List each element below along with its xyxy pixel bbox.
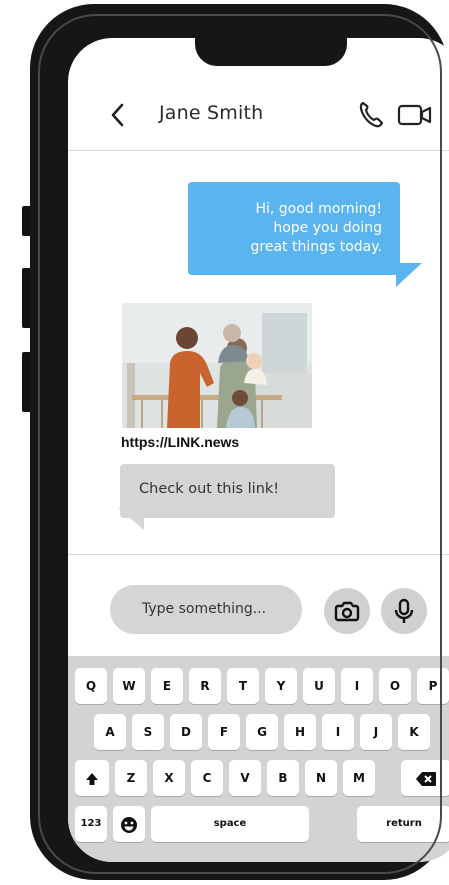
key-i-row2[interactable]: I bbox=[322, 714, 354, 750]
incoming-message-bubble: Check out this link! bbox=[120, 464, 335, 518]
link-preview-image[interactable] bbox=[122, 303, 312, 428]
key-h[interactable]: H bbox=[284, 714, 316, 750]
message-line: hope you doing bbox=[273, 220, 382, 236]
link-url[interactable]: https://LINK.news bbox=[121, 434, 239, 450]
backspace-icon bbox=[416, 771, 436, 786]
key-o[interactable]: O bbox=[379, 668, 411, 704]
message-text: Check out this link! bbox=[139, 481, 280, 497]
key-q[interactable]: Q bbox=[75, 668, 107, 704]
outgoing-bubble-tail bbox=[396, 263, 422, 287]
camera-button[interactable] bbox=[324, 588, 370, 634]
key-x[interactable]: X bbox=[153, 760, 185, 796]
delete-key[interactable] bbox=[401, 760, 449, 796]
key-d[interactable]: D bbox=[170, 714, 202, 750]
message-line: great things today. bbox=[250, 239, 382, 255]
message-input-placeholder: Type something... bbox=[142, 601, 267, 617]
phone-screen: Jane Smith Hi, good morning! hope you do… bbox=[68, 38, 449, 862]
key-t[interactable]: T bbox=[227, 668, 259, 704]
incoming-bubble-tail bbox=[118, 508, 144, 530]
microphone-icon bbox=[394, 598, 414, 623]
notch bbox=[195, 38, 347, 66]
key-e[interactable]: E bbox=[151, 668, 183, 704]
key-u[interactable]: U bbox=[303, 668, 335, 704]
message-input[interactable]: Type something... bbox=[110, 585, 302, 634]
key-n[interactable]: N bbox=[305, 760, 337, 796]
key-k[interactable]: K bbox=[398, 714, 430, 750]
microphone-button[interactable] bbox=[381, 588, 427, 634]
key-v[interactable]: V bbox=[229, 760, 261, 796]
composer-divider bbox=[68, 554, 449, 555]
numbers-key[interactable]: 123 bbox=[75, 806, 107, 842]
key-b[interactable]: B bbox=[267, 760, 299, 796]
key-m[interactable]: M bbox=[343, 760, 375, 796]
contact-name: Jane Smith bbox=[159, 102, 264, 124]
space-key[interactable]: space bbox=[151, 806, 309, 842]
key-i[interactable]: I bbox=[341, 668, 373, 704]
emoji-icon bbox=[121, 816, 137, 833]
key-y[interactable]: Y bbox=[265, 668, 297, 704]
key-f[interactable]: F bbox=[208, 714, 240, 750]
outgoing-message-bubble: Hi, good morning! hope you doing great t… bbox=[188, 182, 400, 275]
video-camera-icon[interactable] bbox=[397, 103, 433, 127]
key-g[interactable]: G bbox=[246, 714, 278, 750]
key-r[interactable]: R bbox=[189, 668, 221, 704]
phone-frame: Jane Smith Hi, good morning! hope you do… bbox=[30, 4, 449, 880]
key-j[interactable]: J bbox=[360, 714, 392, 750]
emoji-key[interactable] bbox=[113, 806, 145, 842]
camera-icon bbox=[334, 601, 360, 622]
return-key[interactable]: return bbox=[357, 806, 449, 842]
keyboard: Q W E R T Y U I O P A S D F G H I J K Z … bbox=[68, 656, 449, 862]
chat-header: Jane Smith bbox=[68, 78, 449, 150]
shift-arrow-icon bbox=[86, 772, 98, 785]
header-divider bbox=[68, 150, 449, 151]
key-w[interactable]: W bbox=[113, 668, 145, 704]
phone-icon[interactable] bbox=[358, 100, 384, 128]
key-p[interactable]: P bbox=[417, 668, 449, 704]
shift-key[interactable] bbox=[75, 760, 109, 796]
message-line: Hi, good morning! bbox=[255, 201, 382, 217]
key-z[interactable]: Z bbox=[115, 760, 147, 796]
key-c[interactable]: C bbox=[191, 760, 223, 796]
key-a[interactable]: A bbox=[94, 714, 126, 750]
chevron-left-icon[interactable] bbox=[104, 100, 134, 130]
key-s[interactable]: S bbox=[132, 714, 164, 750]
